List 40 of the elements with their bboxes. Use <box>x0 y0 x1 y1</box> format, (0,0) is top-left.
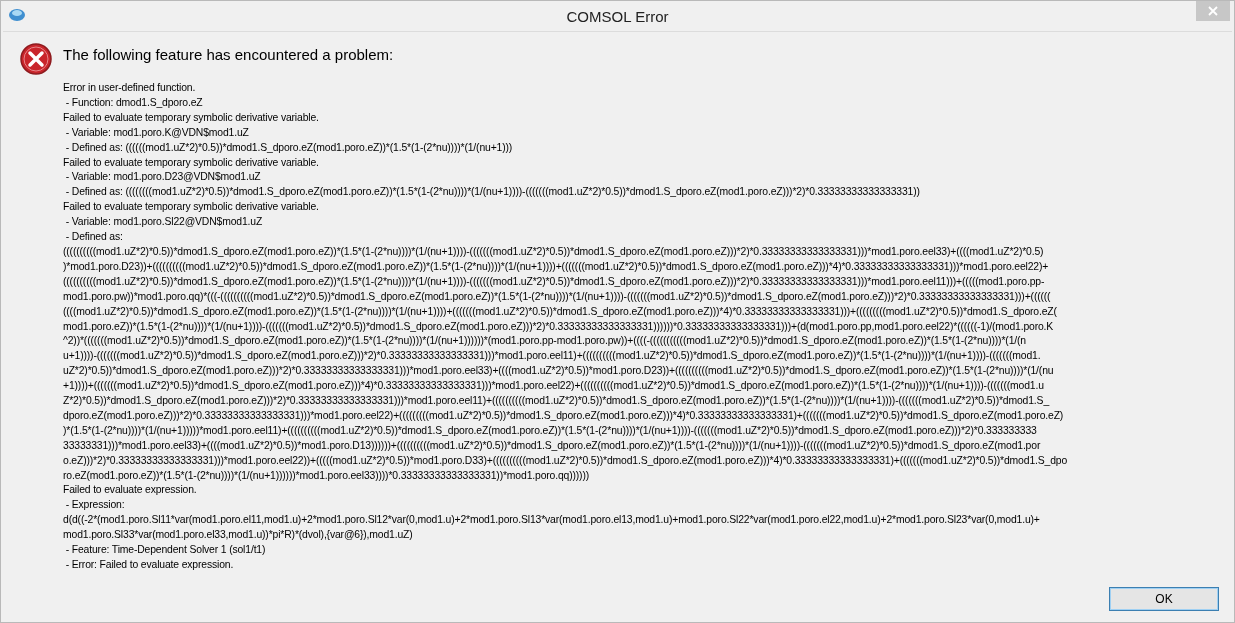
message-line: ((((((((((mod1.uZ*2)*0.5))*dmod1.S_dporo.eZ(mod1.poro.eZ))*(1.5*(1-(2*nu))))*(1/(nu+1))))-(((((((mod1.uZ*2)*0.5))*dmod1.S_dporo.eZ(mod1.poro.eZ)))*2)*0.33333333333333331)))*mod1.poro.eel33)+((((mod1.uZ*2)*0.5) <box>63 244 1045 259</box>
ok-button[interactable]: OK <box>1109 587 1219 611</box>
message-line: - Defined as: <box>64 230 124 245</box>
message-line: dporo.eZ(mod1.poro.eZ)))*2)*0.33333333333333331)))*mod1.poro.eel22)+(((((((((mod1.uZ*2)*0.5))*dmod1.S_dporo.eZ(mod1.poro.eZ)))*4)*0.33333333333333331)+(((((((mod1.uZ*2)*0.5))*dmod1.S_dporo.eZ(mod1.poro.eZ) <box>63 408 1065 423</box>
error-icon <box>19 42 53 76</box>
message-line: Error in user-defined function. <box>63 81 197 95</box>
window-title: COMSOL Error <box>566 7 669 25</box>
close-icon <box>1208 6 1218 16</box>
message-line: Failed to evaluate temporary symbolic derivative variable. <box>63 110 320 125</box>
message-line: ^2))*(((((((mod1.uZ*2)*0.5))*dmod1.S_dporo.eZ(mod1.poro.eZ))*(1.5*(1-(2*nu))))*(1/(nu+1))))))*(mod1.poro.pp-mod1.poro.pw))+((((-(((((((((((mod1.uZ*2)*0.5))*dmod1.S_dporo.eZ(mod1.poro.eZ))*(1.5*(1-(2*nu))))*(1/(n <box>63 334 1027 349</box>
message-line: +1))))+(((((((mod1.uZ*2)*0.5))*dmod1.S_dporo.eZ(mod1.poro.eZ)))*4)*0.33333333333333331)))*mod1.poro.eel22)+((((((((((mod1.uZ*2)*0.5))*dmod1.S_dporo.eZ(mod1.poro.eZ))*(1.5*(1-(2*nu))))*(1/(nu+1))))-(((((((mod1.u <box>63 379 1045 394</box>
message-line: mod1.poro.pw))*mod1.poro.qq)*(((-((((((((((mod1.uZ*2)*0.5))*dmod1.S_dporo.eZ(mod1.poro.eZ))*(1.5*(1-(2*nu))))*(1/(nu+1))))-(((((((mod1.uZ*2)*0.5))*dmod1.S_dporo.eZ(mod1.poro.eZ)))*2)*0.33333333333333331)))+(((((( <box>63 289 1052 304</box>
message-line: - Expression: <box>64 498 126 513</box>
message-line: )*(1.5*(1-(2*nu))))*(1/(nu+1)))))*mod1.poro.eel11)+((((((((((mod1.uZ*2)*0.5))*dmod1.S_dporo.eZ(mod1.poro.eZ))*(1.5*(1-(2*nu))))*(1/(nu+1))))-(((((((mod1.uZ*2)*0.5))*dmod1.S_dporo.eZ(mod1.poro.eZ)))*2)*0.333333333 <box>63 423 1038 438</box>
message-line: - Error: Failed to evaluate expression. <box>64 558 235 572</box>
message-line: mod1.poro.eZ))*(1.5*(1-(2*nu))))*(1/(nu+1))))-(((((((mod1.uZ*2)*0.5))*dmod1.S_dporo.eZ(mod1.poro.eZ)))*2)*0.33333333333333331))))))*0.33333333333333331)))+(d(mod1.poro.pp,mod1.poro.eel22)*((((((-1)/(mod1.poro.K <box>63 319 1055 334</box>
message-line: ((((mod1.uZ*2)*0.5))*dmod1.S_dporo.eZ(mod1.poro.eZ))*(1.5*(1-(2*nu))))*(1/(nu+1))))+(((((((mod1.uZ*2)*0.5))*dmod1.S_dporo.eZ(mod1.poro.eZ)))*4)*0.33333333333333331)))+(((((((((mod1.uZ*2)*0.5))*dmod1.S_dporo.eZ( <box>63 304 1058 319</box>
message-line: ((((((((((mod1.uZ*2)*0.5))*dmod1.S_dporo.eZ(mod1.poro.eZ))*(1.5*(1-(2*nu))))*(1/(nu+1))))-(((((((mod1.uZ*2)*0.5))*dmod1.S_dporo.eZ(mod1.poro.eZ)))*2)*0.33333333333333331)))*mod1.poro.eel11)))+(((((mod1.poro.pp- <box>63 274 1046 289</box>
message-line: - Feature: Time-Dependent Solver 1 (sol1/t1) <box>64 543 267 558</box>
message-line: Z*2)*0.5))*dmod1.S_dporo.eZ(mod1.poro.eZ)))*2)*0.33333333333333331)))*mod1.poro.eel11)+((((((((((mod1.uZ*2)*0.5))*dmod1.S_dporo.eZ(mod1.poro.eZ))*(1.5*(1-(2*nu))))*(1/(nu+1))))-(((((((mod1.uZ*2)*0.5))*dmod1.S_ <box>63 394 1051 409</box>
message-line: d(d((-2*(mod1.poro.Sl11*var(mod1.poro.el11,mod1.u)+2*mod1.poro.Sl12*var(0,mod1.u)+2*mod1.poro.Sl13*var(mod1.poro.el13,mod1.u)+mod1.poro.Sl22*var(mod1.poro.el22,mod1.u)+2*mod1.poro.Sl23*var(0,mod1.u)+ <box>63 513 1041 528</box>
message-line: - Defined as: ((((((((mod1.uZ*2)*0.5))*dmod1.S_dporo.eZ(mod1.poro.eZ))*(1.5*(1-(2*nu))))*(1/(nu+1))))-(((((((mod1.uZ*2)*0.5))*dmod1.S_dporo.eZ(mod1.poro.eZ)))*2)*0.33333333333333331)) <box>64 185 921 200</box>
message-line: - Defined as: ((((((mod1.uZ*2)*0.5))*dmod1.S_dporo.eZ(mod1.poro.eZ))*(1.5*(1-(2*nu))))*(1/(nu+1))) <box>64 140 514 155</box>
message-line: - Function: dmod1.S_dporo.eZ <box>64 95 204 110</box>
app-icon <box>8 6 26 22</box>
message-line: uZ*2)*0.5))*dmod1.S_dporo.eZ(mod1.poro.eZ)))*2)*0.33333333333333331)))*mod1.poro.eel33)+((((mod1.uZ*2)*0.5))*mod1.poro.D23))+((((((((((mod1.uZ*2)*0.5))*dmod1.S_dporo.eZ(mod1.poro.eZ))*(1.5*(1-(2*nu))))*(1/(nu <box>63 364 1055 379</box>
message-line: )*mod1.poro.D23))+((((((((((mod1.uZ*2)*0.5))*dmod1.S_dporo.eZ(mod1.poro.eZ))*(1.5*(1-(2*nu))))*(1/(nu+1))))+(((((((mod1.uZ*2)*0.5))*dmod1.S_dporo.eZ(mod1.poro.eZ)))*4)*0.33333333333333331)))*mod1.poro.eel22)+ <box>63 259 1050 274</box>
message-line: Failed to evaluate expression. <box>63 483 198 498</box>
message-line: mod1.poro.Sl33*var(mod1.poro.el33,mod1.u))*pi*R)*(dvol),{var@6}),mod1.uZ) <box>63 528 414 543</box>
message-line: - Variable: mod1.poro.K@VDN$mod1.uZ <box>64 125 250 140</box>
message-line: o.eZ)))*2)*0.33333333333333331)))*mod1.poro.eel22))+(((((mod1.uZ*2)*0.5))*mod1.poro.D33)+((((((((((mod1.uZ*2)*0.5))*dmod1.S_dporo.eZ(mod1.poro.eZ)))*4)*0.33333333333333331)+(((((((mod1.uZ*2)*0.5))*dmod1.S_dpo <box>63 453 1068 468</box>
message-line: ro.eZ(mod1.poro.eZ))*(1.5*(1-(2*nu))))*(1/(nu+1))))))*mod1.poro.eel33))))*0.33333333333333331))*mod1.poro.qq)))))) <box>63 468 591 483</box>
close-button[interactable] <box>1196 1 1230 21</box>
message-line: u+1))))-(((((((mod1.uZ*2)*0.5))*dmod1.S_dporo.eZ(mod1.poro.eZ)))*2)*0.33333333333333331)))*mod1.poro.eel11)+((((((((((mod1.uZ*2)*0.5))*dmod1.S_dporo.eZ(mod1.poro.eZ))*(1.5*(1-(2*nu))))*(1/(nu+1))))-(((((((mod1. <box>63 349 1042 364</box>
error-heading: The following feature has encountered a problem: <box>63 46 395 63</box>
message-line: Failed to evaluate temporary symbolic derivative variable. <box>63 155 320 170</box>
message-line: - Variable: mod1.poro.Sl22@VDN$mod1.uZ <box>64 215 264 230</box>
message-line: 33333331)))*mod1.poro.eel33)+((((mod1.uZ*2)*0.5))*mod1.poro.D13))))))+((((((((((mod1.uZ*2)*0.5))*dmod1.S_dporo.eZ(mod1.poro.eZ))*(1.5*(1-(2*nu))))*(1/(nu+1))))-(((((((mod1.uZ*2)*0.5))*dmod1.S_dporo.eZ(mod1.por <box>63 438 1042 453</box>
message-line: - Variable: mod1.poro.D23@VDN$mod1.uZ <box>64 170 262 185</box>
message-line: Failed to evaluate temporary symbolic derivative variable. <box>63 200 320 215</box>
